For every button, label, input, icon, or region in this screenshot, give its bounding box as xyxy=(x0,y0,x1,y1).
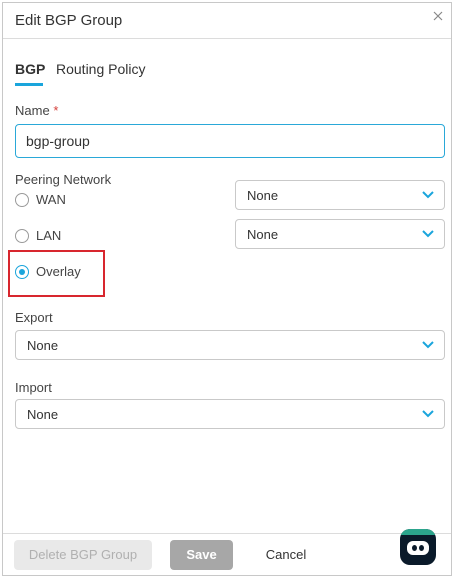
chat-bot-eye-right xyxy=(419,545,424,551)
dialog-header: Edit BGP Group xyxy=(3,3,451,39)
radio-lan-circle[interactable] xyxy=(15,229,29,243)
highlight-box xyxy=(8,250,105,297)
chat-bot-eye-left xyxy=(412,545,417,551)
save-button[interactable]: Save xyxy=(170,540,233,570)
cancel-button[interactable]: Cancel xyxy=(251,540,321,570)
delete-bgp-group-button[interactable]: Delete BGP Group xyxy=(14,540,152,570)
chevron-down-icon xyxy=(422,410,434,418)
lan-select-value: None xyxy=(247,227,279,242)
chat-bot-band xyxy=(400,529,436,535)
chevron-down-icon xyxy=(422,230,434,238)
close-icon[interactable] xyxy=(431,9,445,23)
export-label: Export xyxy=(15,310,53,325)
wan-select[interactable]: None xyxy=(235,180,445,210)
chat-bot-face xyxy=(407,541,429,555)
radio-wan-label: WAN xyxy=(36,192,66,207)
name-label-text: Name xyxy=(15,103,50,118)
name-input[interactable] xyxy=(15,124,445,158)
tab-routing-policy[interactable]: Routing Policy xyxy=(56,61,146,77)
import-label: Import xyxy=(15,380,52,395)
radio-lan-label: LAN xyxy=(36,228,62,243)
required-marker: * xyxy=(53,103,59,118)
tab-bgp-label: BGP xyxy=(15,61,46,77)
tab-bgp[interactable]: BGP xyxy=(15,61,46,86)
edit-bgp-group-dialog: Edit BGP Group BGP Routing Policy Name *… xyxy=(2,2,452,576)
name-label: Name * xyxy=(15,103,58,118)
chevron-down-icon xyxy=(422,341,434,349)
wan-select-value: None xyxy=(247,188,279,203)
dialog-footer: Delete BGP Group Save Cancel xyxy=(3,533,451,575)
chevron-down-icon xyxy=(422,191,434,199)
dialog-title: Edit BGP Group xyxy=(15,12,123,29)
radio-lan[interactable]: LAN xyxy=(15,227,105,247)
import-select-value: None xyxy=(27,407,59,422)
chat-bot-icon[interactable] xyxy=(400,529,436,565)
import-select[interactable]: None xyxy=(15,399,445,429)
export-select[interactable]: None xyxy=(15,330,445,360)
radio-wan[interactable]: WAN xyxy=(15,191,105,211)
lan-select[interactable]: None xyxy=(235,219,445,249)
radio-wan-circle[interactable] xyxy=(15,193,29,207)
peering-network-label: Peering Network xyxy=(15,172,112,187)
active-tab-indicator xyxy=(15,83,43,86)
export-select-value: None xyxy=(27,338,59,353)
